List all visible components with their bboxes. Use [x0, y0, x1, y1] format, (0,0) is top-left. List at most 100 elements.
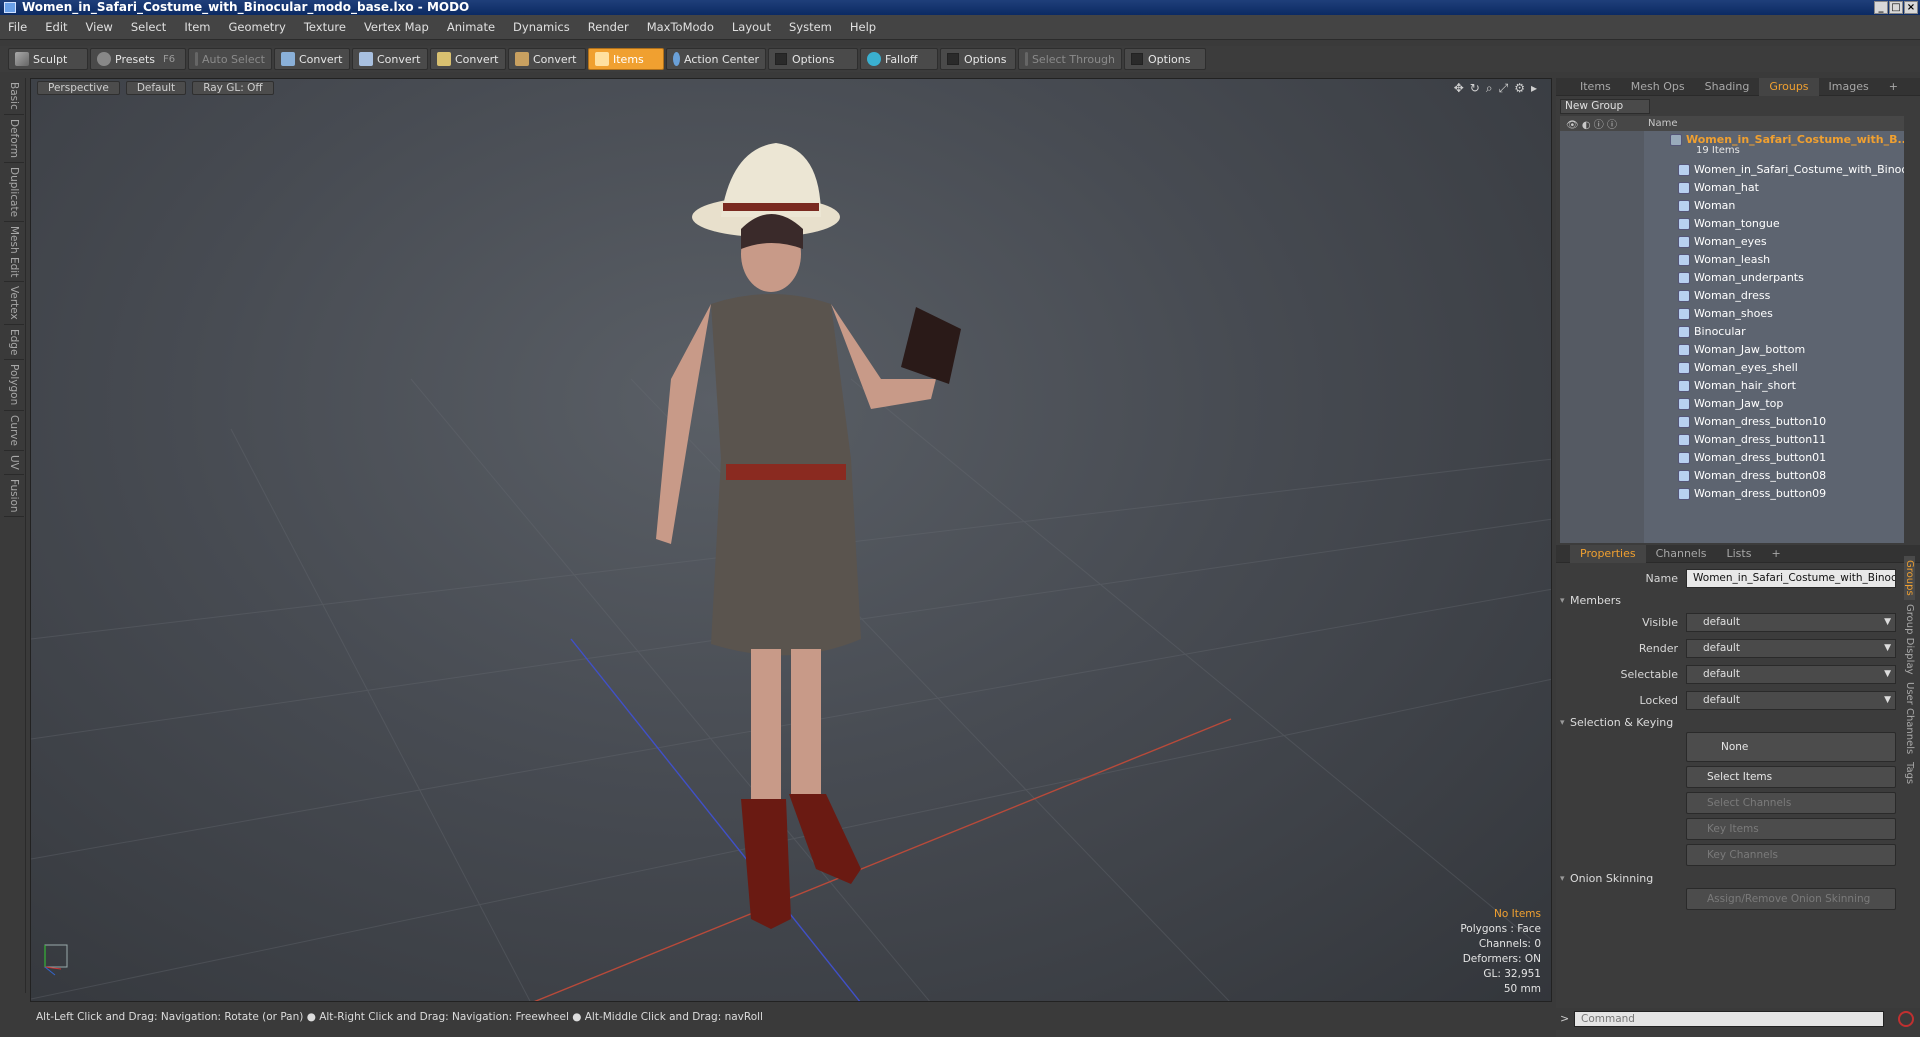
tab-edge[interactable]: Edge [4, 325, 24, 361]
tab-items[interactable]: Items [1570, 78, 1621, 96]
menu-animate[interactable]: Animate [447, 20, 495, 34]
action-center-button[interactable]: Action Center [666, 48, 766, 70]
tab-images[interactable]: Images [1819, 78, 1879, 96]
rotate-icon[interactable]: ↻ [1470, 81, 1480, 96]
assign-onion-button[interactable]: Assign/Remove Onion Skinning [1686, 888, 1896, 910]
convert-material-button[interactable]: Convert [508, 48, 586, 70]
tab-curve[interactable]: Curve [4, 411, 24, 451]
menu-layout[interactable]: Layout [732, 20, 771, 34]
action-center-options-button[interactable]: Options [768, 48, 858, 70]
tab-properties[interactable]: Properties [1570, 544, 1646, 563]
tab-deform[interactable]: Deform [4, 115, 24, 163]
keying-none-button[interactable]: None [1686, 732, 1896, 762]
menu-edit[interactable]: Edit [45, 20, 67, 34]
menu-select[interactable]: Select [131, 20, 166, 34]
tree-row[interactable]: Woman_dress [1560, 287, 1904, 305]
new-group-button[interactable]: New Group [1560, 99, 1650, 114]
shading-dropdown[interactable]: Default [125, 81, 187, 95]
sculpt-button[interactable]: Sculpt [8, 48, 88, 70]
menu-geometry[interactable]: Geometry [229, 20, 286, 34]
falloff-options-checkbox[interactable] [947, 53, 959, 65]
locked-dropdown[interactable]: default ▼ [1686, 691, 1896, 710]
tree-row[interactable]: Woman_dress_button09 [1560, 485, 1904, 503]
group-root-row[interactable]: Women_in_Safari_Costume_with_B... 19 Ite… [1560, 131, 1904, 161]
side-tab-group-display[interactable]: Group Display [1904, 600, 1915, 678]
tree-row[interactable]: Woman_hair_short [1560, 377, 1904, 395]
menu-system[interactable]: System [789, 20, 832, 34]
add-tab-icon[interactable]: + [1879, 78, 1908, 96]
tab-vertex[interactable]: Vertex [4, 282, 24, 325]
options-checkbox[interactable] [775, 53, 787, 65]
tree-row[interactable]: Woman_leash [1560, 251, 1904, 269]
tree-row[interactable]: Woman_underpants [1560, 269, 1904, 287]
tab-duplicate[interactable]: Duplicate [4, 163, 24, 222]
menu-help[interactable]: Help [850, 20, 876, 34]
render-dropdown[interactable]: default ▼ [1686, 639, 1896, 658]
onion-skinning-section[interactable]: Onion Skinning [1556, 870, 1904, 888]
zoom-icon[interactable]: ⌕ [1486, 81, 1493, 96]
tab-shading[interactable]: Shading [1695, 78, 1760, 96]
raygl-toggle[interactable]: Ray GL: Off [192, 81, 274, 95]
tree-row[interactable]: Woman_hat [1560, 179, 1904, 197]
selection-keying-section[interactable]: Selection & Keying [1556, 714, 1904, 732]
tree-row[interactable]: Binocular [1560, 323, 1904, 341]
gear-icon[interactable]: ⚙ [1514, 81, 1525, 96]
tab-polygon[interactable]: Polygon [4, 360, 24, 411]
items-mode-button[interactable]: Items [588, 48, 664, 70]
pan-icon[interactable]: ✥ [1454, 81, 1464, 96]
tree-row[interactable]: Woman_Jaw_top [1560, 395, 1904, 413]
key-items-button[interactable]: Key Items [1686, 818, 1896, 840]
tree-row[interactable]: Woman [1560, 197, 1904, 215]
tree-row[interactable]: Woman_Jaw_bottom [1560, 341, 1904, 359]
menu-maxtomodo[interactable]: MaxToModo [647, 20, 714, 34]
convert-vertex-button[interactable]: Convert [274, 48, 350, 70]
tab-mesh-ops[interactable]: Mesh Ops [1621, 78, 1695, 96]
tree-row[interactable]: Women_in_Safari_Costume_with_Binoc... [1560, 161, 1904, 179]
tree-row[interactable]: Woman_dress_button11 [1560, 431, 1904, 449]
tree-row[interactable]: Woman_dress_button01 [1560, 449, 1904, 467]
key-channels-button[interactable]: Key Channels [1686, 844, 1896, 866]
members-section[interactable]: Members [1556, 592, 1904, 610]
falloff-options-button[interactable]: Options [940, 48, 1016, 70]
convert-polygon-button[interactable]: Convert [430, 48, 506, 70]
menu-file[interactable]: File [8, 20, 27, 34]
name-column-header[interactable]: Name [1648, 118, 1678, 129]
tree-row[interactable]: Woman_dress_button10 [1560, 413, 1904, 431]
menu-dynamics[interactable]: Dynamics [513, 20, 570, 34]
select-items-button[interactable]: Select Items [1686, 766, 1896, 788]
tree-row[interactable]: Woman_eyes_shell [1560, 359, 1904, 377]
tab-groups[interactable]: Groups [1759, 77, 1819, 96]
tab-basic[interactable]: Basic [4, 78, 24, 115]
falloff-button[interactable]: Falloff [860, 48, 938, 70]
maximize-button[interactable]: □ [1889, 1, 1903, 14]
selectable-dropdown[interactable]: default ▼ [1686, 665, 1896, 684]
menu-texture[interactable]: Texture [304, 20, 346, 34]
command-input[interactable]: Command [1574, 1011, 1884, 1027]
view-type-dropdown[interactable]: Perspective [37, 81, 120, 95]
select-through-button[interactable]: Select Through [1018, 48, 1122, 70]
chevron-right-icon[interactable]: ▸ [1531, 81, 1537, 96]
tab-channels[interactable]: Channels [1646, 545, 1717, 563]
tab-fusion[interactable]: Fusion [4, 475, 24, 518]
fit-icon[interactable]: ⤢ [1499, 81, 1509, 96]
convert-edge-button[interactable]: Convert [352, 48, 428, 70]
menu-render[interactable]: Render [588, 20, 629, 34]
tab-mesh-edit[interactable]: Mesh Edit [4, 222, 24, 283]
tab-lists[interactable]: Lists [1717, 545, 1762, 563]
tree-row[interactable]: Woman_dress_button08 [1560, 467, 1904, 485]
tree-row[interactable]: Woman_shoes [1560, 305, 1904, 323]
select-options-button[interactable]: Options [1124, 48, 1206, 70]
select-channels-button[interactable]: Select Channels [1686, 792, 1896, 814]
select-options-checkbox[interactable] [1131, 53, 1143, 65]
tree-row[interactable]: Woman_tongue [1560, 215, 1904, 233]
menu-vertex-map[interactable]: Vertex Map [364, 20, 429, 34]
presets-button[interactable]: Presets F6 [90, 48, 186, 70]
tree-row[interactable]: Woman_eyes [1560, 233, 1904, 251]
auto-select-button[interactable]: Auto Select [188, 48, 272, 70]
menu-item[interactable]: Item [184, 20, 210, 34]
side-tab-tags[interactable]: Tags [1904, 758, 1915, 788]
name-field[interactable]: Women_in_Safari_Costume_with_Binocu [1686, 569, 1896, 588]
tab-uv[interactable]: UV [4, 451, 24, 475]
side-tab-user-channels[interactable]: User Channels [1904, 678, 1915, 758]
menu-view[interactable]: View [86, 20, 113, 34]
